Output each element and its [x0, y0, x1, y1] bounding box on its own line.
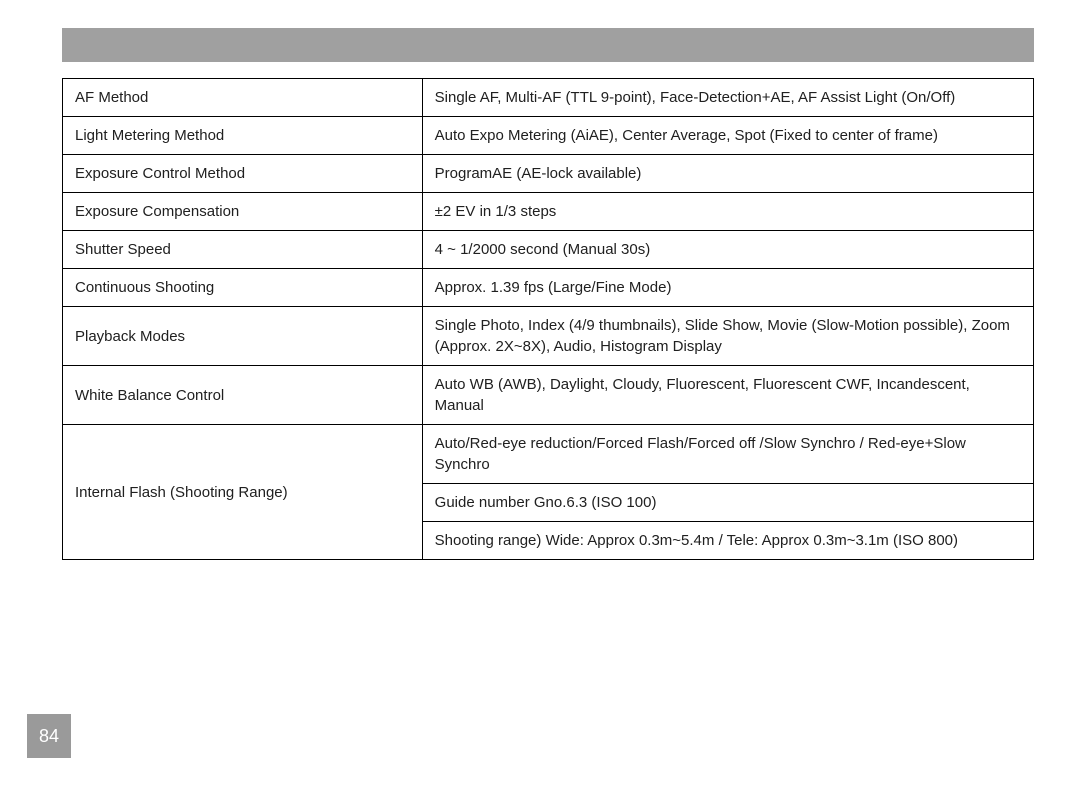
spec-value: Auto/Red-eye reduction/Forced Flash/Forc… — [435, 435, 966, 473]
spec-value: Approx. 1.39 fps (Large/Fine Mode) — [435, 279, 672, 296]
spec-value: Auto WB (AWB), Daylight, Cloudy, Fluores… — [435, 376, 970, 414]
table-row: Continuous Shooting Approx. 1.39 fps (Lar… — [63, 269, 1034, 307]
spec-value-cell: Auto WB (AWB), Daylight, Cloudy, Fluores… — [422, 366, 1033, 425]
header-bar — [62, 28, 1034, 62]
spec-value: Single AF, Multi-AF (TTL 9-point), Face-… — [435, 89, 956, 106]
spec-label: Exposure Compensation — [75, 203, 239, 220]
page-number: 84 — [39, 726, 59, 747]
spec-label-cell: AF Method — [63, 79, 423, 117]
spec-value-cell: Auto Expo Metering (AiAE), Center Averag… — [422, 117, 1033, 155]
table-row: Exposure Control Method ProgramAE (AE-loc… — [63, 155, 1034, 193]
spec-label: Internal Flash (Shooting Range) — [75, 484, 288, 501]
spec-value: ±2 EV in 1/3 steps — [435, 203, 557, 220]
spec-value-cell: Single Photo, Index (4/9 thumbnails), Sl… — [422, 307, 1033, 366]
spec-value: Shooting range) Wide: Approx 0.3m~5.4m /… — [435, 532, 958, 549]
spec-value: Guide number Gno.6.3 (ISO 100) — [435, 494, 657, 511]
table-row: Internal Flash (Shooting Range)Auto/Red-… — [63, 425, 1034, 484]
spec-label: Exposure Control Method — [75, 165, 245, 182]
spec-value-cell: Shooting range) Wide: Approx 0.3m~5.4m /… — [422, 522, 1033, 560]
spec-label-cell: Light Metering Method — [63, 117, 423, 155]
table-row: Light Metering Method Auto Expo Metering … — [63, 117, 1034, 155]
spec-label: Light Metering Method — [75, 127, 224, 144]
spec-label: Playback Modes — [75, 328, 185, 345]
spec-label-cell: White Balance Control — [63, 366, 423, 425]
spec-value: 4 ~ 1/2000 second (Manual 30s) — [435, 241, 651, 258]
table-row: Exposure Compensation ±2 EV in 1/3 steps — [63, 193, 1034, 231]
spec-table-body: AF Method Single AF, Multi-AF (TTL 9-poin… — [63, 79, 1034, 560]
table-row: Playback Modes Single Photo, Index (4/9 t… — [63, 307, 1034, 366]
spec-value: Auto Expo Metering (AiAE), Center Averag… — [435, 127, 938, 144]
document-page: AF Method Single AF, Multi-AF (TTL 9-poin… — [0, 0, 1080, 785]
page-number-box: 84 — [27, 714, 71, 758]
spec-label: AF Method — [75, 89, 148, 106]
spec-label-cell: Exposure Control Method — [63, 155, 423, 193]
spec-value-cell: Single AF, Multi-AF (TTL 9-point), Face-… — [422, 79, 1033, 117]
spec-value-cell: ±2 EV in 1/3 steps — [422, 193, 1033, 231]
table-row: Shutter Speed 4 ~ 1/2000 second (Manual 3… — [63, 231, 1034, 269]
table-row: AF Method Single AF, Multi-AF (TTL 9-poin… — [63, 79, 1034, 117]
spec-value: ProgramAE (AE-lock available) — [435, 165, 642, 182]
spec-label-cell: Playback Modes — [63, 307, 423, 366]
spec-value-cell: ProgramAE (AE-lock available) — [422, 155, 1033, 193]
spec-table: AF Method Single AF, Multi-AF (TTL 9-poin… — [62, 78, 1034, 560]
spec-value-cell: 4 ~ 1/2000 second (Manual 30s) — [422, 231, 1033, 269]
spec-label-cell: Exposure Compensation — [63, 193, 423, 231]
spec-value-cell: Auto/Red-eye reduction/Forced Flash/Forc… — [422, 425, 1033, 484]
spec-value: Single Photo, Index (4/9 thumbnails), Sl… — [435, 317, 1010, 355]
spec-label: Continuous Shooting — [75, 279, 214, 296]
spec-label-cell: Continuous Shooting — [63, 269, 423, 307]
spec-label-cell: Shutter Speed — [63, 231, 423, 269]
spec-label-cell: Internal Flash (Shooting Range) — [63, 425, 423, 560]
spec-label: Shutter Speed — [75, 241, 171, 258]
spec-value-cell: Guide number Gno.6.3 (ISO 100) — [422, 484, 1033, 522]
spec-label: White Balance Control — [75, 387, 224, 404]
table-row: White Balance Control Auto WB (AWB), Dayl… — [63, 366, 1034, 425]
spec-value-cell: Approx. 1.39 fps (Large/Fine Mode) — [422, 269, 1033, 307]
